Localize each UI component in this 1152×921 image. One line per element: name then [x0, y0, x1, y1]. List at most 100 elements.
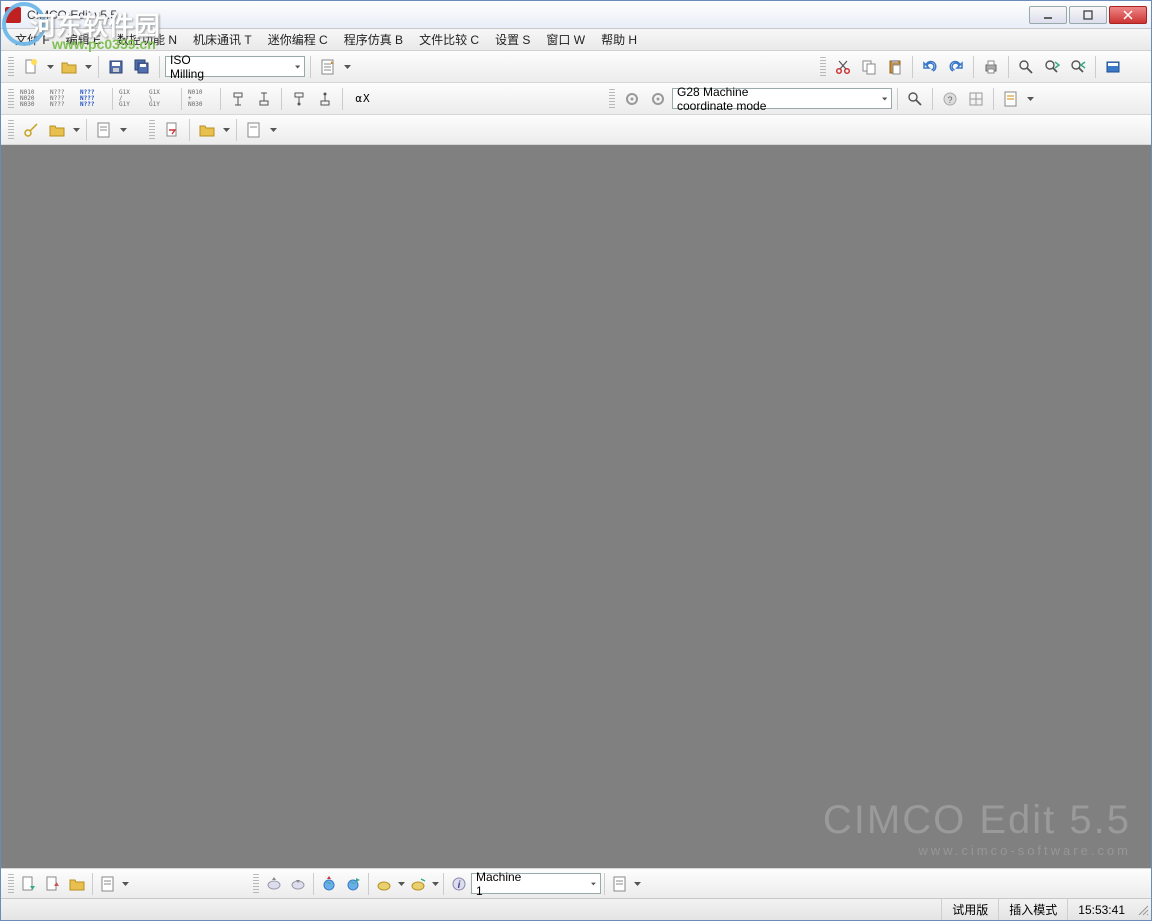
work-area: CIMCO Edit 5.5 www.cimco-software.com: [1, 145, 1151, 868]
separator: [368, 873, 369, 895]
find-prev-button[interactable]: [1066, 55, 1090, 79]
grip-icon[interactable]: [609, 89, 615, 109]
menu-window[interactable]: 窗口 W: [538, 29, 593, 50]
menu-nc[interactable]: 数控功能 N: [109, 29, 185, 50]
doc-recv-button[interactable]: [41, 872, 65, 896]
menu-compare[interactable]: 文件比较 C: [411, 29, 487, 50]
gcode-xy-button[interactable]: G1X/G1Y: [118, 88, 146, 110]
save-all-button[interactable]: [130, 55, 154, 79]
grip-icon[interactable]: [8, 874, 14, 894]
cloud-down-dropdown[interactable]: [430, 882, 440, 886]
resize-grip-icon[interactable]: [1135, 902, 1151, 918]
open-file-dropdown[interactable]: [83, 65, 93, 69]
find-button[interactable]: [1014, 55, 1038, 79]
props3-button[interactable]: [242, 118, 266, 142]
undo-button[interactable]: [918, 55, 942, 79]
increment-lines-button[interactable]: N010+N030: [187, 88, 215, 110]
menu-simulation[interactable]: 程序仿真 B: [336, 29, 411, 50]
menu-machine-comm[interactable]: 机床通讯 T: [185, 29, 260, 50]
props-bot2-button[interactable]: [608, 872, 632, 896]
net-send-button[interactable]: [262, 872, 286, 896]
tool-block3-button[interactable]: [287, 87, 311, 111]
gcode-xy2-button[interactable]: G1X\G1Y: [148, 88, 176, 110]
grip-icon[interactable]: [8, 57, 14, 77]
paste-button[interactable]: [883, 55, 907, 79]
key-button[interactable]: [19, 118, 43, 142]
open3-dropdown[interactable]: [221, 128, 231, 132]
grip-icon[interactable]: [820, 57, 826, 77]
menu-file[interactable]: 文件 F: [7, 29, 58, 50]
separator: [86, 119, 87, 141]
machine-value: Machine 1: [476, 870, 521, 898]
properties-button[interactable]: [316, 55, 340, 79]
info-button[interactable]: i: [447, 872, 471, 896]
print-button[interactable]: [979, 55, 1003, 79]
menu-edit[interactable]: 编辑 E: [58, 29, 109, 50]
props2-button[interactable]: [92, 118, 116, 142]
separator: [973, 56, 974, 78]
find-next-button[interactable]: [1040, 55, 1064, 79]
tool-block4-button[interactable]: [313, 87, 337, 111]
add-numbers-button[interactable]: N???N???N???: [79, 88, 107, 110]
open2-button[interactable]: [45, 118, 69, 142]
globe-send-button[interactable]: [317, 872, 341, 896]
copy-button[interactable]: [857, 55, 881, 79]
renumber-button[interactable]: N010N020N030: [19, 88, 47, 110]
alpha-x-button[interactable]: αX: [348, 87, 378, 111]
gmode-combo[interactable]: G28 Machine coordinate mode: [672, 88, 892, 109]
menu-settings[interactable]: 设置 S: [487, 29, 538, 50]
save-button[interactable]: [104, 55, 128, 79]
menu-help[interactable]: 帮助 H: [593, 29, 645, 50]
close-button[interactable]: [1109, 6, 1147, 24]
doc-tool-dropdown[interactable]: [1025, 97, 1035, 101]
status-time: 15:53:41: [1067, 899, 1135, 920]
props-bot2-dropdown[interactable]: [632, 882, 642, 886]
props2-dropdown[interactable]: [118, 128, 128, 132]
minimize-button[interactable]: [1029, 6, 1067, 24]
watermark: CIMCO Edit 5.5 www.cimco-software.com: [823, 798, 1131, 858]
grip-icon[interactable]: [8, 120, 14, 140]
cut-button[interactable]: [831, 55, 855, 79]
separator: [897, 88, 898, 110]
net-recv-button[interactable]: [286, 872, 310, 896]
tool-block1-button[interactable]: [226, 87, 250, 111]
separator: [159, 56, 160, 78]
open-file-button[interactable]: [57, 55, 81, 79]
tool-block2-button[interactable]: [252, 87, 276, 111]
doc-send-button[interactable]: [17, 872, 41, 896]
doc-arrow-button[interactable]: [160, 118, 184, 142]
menu-mini-program[interactable]: 迷你编程 C: [260, 29, 336, 50]
search-tool-button[interactable]: [903, 87, 927, 111]
open2-dropdown[interactable]: [71, 128, 81, 132]
folder-bot-button[interactable]: [65, 872, 89, 896]
props-bot-button[interactable]: [96, 872, 120, 896]
new-file-dropdown[interactable]: [45, 65, 55, 69]
help-tool-button[interactable]: ?: [938, 87, 962, 111]
statusbar: 试用版 插入模式 15:53:41: [1, 898, 1151, 920]
gear2-button[interactable]: [646, 87, 670, 111]
cloud-up-button[interactable]: [372, 872, 396, 896]
doc-tool-button[interactable]: [999, 87, 1023, 111]
separator: [98, 56, 99, 78]
new-file-button[interactable]: [19, 55, 43, 79]
props-bot-dropdown[interactable]: [120, 882, 130, 886]
properties-dropdown[interactable]: [342, 65, 352, 69]
toggle-view-button[interactable]: [1101, 55, 1125, 79]
status-panel-left: [1, 899, 181, 920]
grip-icon[interactable]: [253, 874, 259, 894]
gear1-button[interactable]: [620, 87, 644, 111]
open3-button[interactable]: [195, 118, 219, 142]
grip-icon[interactable]: [149, 120, 155, 140]
machine-combo[interactable]: Machine 1: [471, 873, 601, 894]
globe-recv-button[interactable]: [341, 872, 365, 896]
watermark-title: CIMCO Edit 5.5: [823, 798, 1131, 843]
cloud-down-button[interactable]: [406, 872, 430, 896]
cloud-up-dropdown[interactable]: [396, 882, 406, 886]
grid-tool-button[interactable]: [964, 87, 988, 111]
remove-numbers-button[interactable]: N???N???N???: [49, 88, 77, 110]
grip-icon[interactable]: [8, 89, 14, 109]
redo-button[interactable]: [944, 55, 968, 79]
props3-dropdown[interactable]: [268, 128, 278, 132]
machine-type-combo[interactable]: ISO Milling: [165, 56, 305, 77]
maximize-button[interactable]: [1069, 6, 1107, 24]
